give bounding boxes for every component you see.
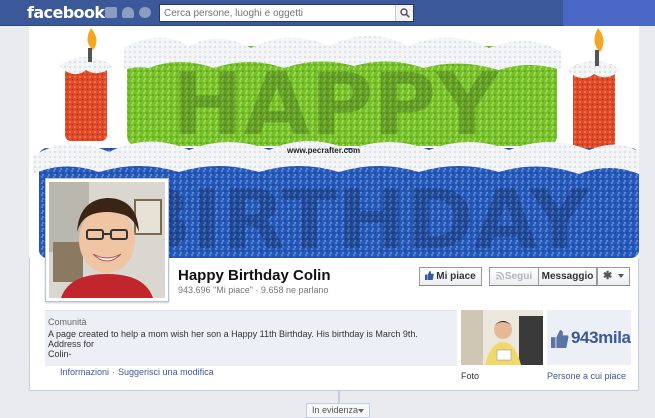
chevron-down-icon xyxy=(618,274,624,278)
search-input[interactable] xyxy=(160,5,390,21)
about-text: Address for xyxy=(48,339,95,349)
page-title: Happy Birthday Colin xyxy=(178,267,331,284)
photos-thumbnail[interactable] xyxy=(461,310,543,365)
about-text: A page created to help a mom wish her so… xyxy=(48,329,418,339)
link-separator: · xyxy=(112,367,116,377)
highlights-label: In evidenza xyxy=(312,405,359,415)
top-navigation-bar: facebook xyxy=(0,0,655,26)
topbar-right-area xyxy=(563,0,655,26)
likes-label[interactable]: Persone a cui piace xyxy=(547,371,626,381)
photos-label[interactable]: Foto xyxy=(461,371,479,381)
notifications-icon[interactable] xyxy=(139,7,151,18)
avatar xyxy=(49,182,165,298)
likes-box[interactable]: 943mila xyxy=(547,310,631,365)
like-button-label: Mi piace xyxy=(436,271,476,282)
friend-requests-icon[interactable] xyxy=(105,7,117,18)
message-button[interactable]: Messaggio xyxy=(538,267,597,286)
info-link[interactable]: Informazioni xyxy=(60,367,109,377)
rss-icon xyxy=(495,271,505,281)
chevron-down-icon xyxy=(358,409,364,413)
gear-icon: ✱ xyxy=(603,270,613,282)
about-text: Colin- xyxy=(48,349,72,359)
page-stats: 943.696 "Mi piace" · 9.658 ne parlano xyxy=(178,285,329,295)
likes-count: 943mila xyxy=(571,328,631,347)
search-button[interactable] xyxy=(395,5,413,21)
like-button[interactable]: Mi piace xyxy=(419,267,482,286)
follow-button[interactable]: Segui xyxy=(489,267,538,286)
highlights-dropdown[interactable]: In evidenza xyxy=(306,403,370,418)
about-box: Comunità A page created to help a mom wi… xyxy=(45,310,457,366)
messages-icon[interactable] xyxy=(122,7,134,18)
cover-watermark: www.pecrafter.com xyxy=(286,146,360,155)
follow-button-label: Segui xyxy=(504,271,533,282)
search-box xyxy=(159,4,414,22)
about-links: Informazioni · Suggerisci una modifica xyxy=(60,367,214,377)
thumbs-up-icon xyxy=(551,330,569,348)
facebook-logo[interactable]: facebook xyxy=(27,3,105,22)
timeline-connector xyxy=(338,391,340,403)
thumbs-up-icon xyxy=(425,271,435,280)
birthday-shadow: BIRTHDAY xyxy=(129,173,591,258)
page-category: Comunità xyxy=(48,317,87,327)
suggest-edit-link[interactable]: Suggerisci una modifica xyxy=(118,367,214,377)
happy-shadow: HAPPY xyxy=(172,55,501,155)
profile-picture[interactable] xyxy=(45,178,169,302)
search-icon xyxy=(400,8,410,18)
settings-button[interactable]: ✱ xyxy=(597,267,630,286)
